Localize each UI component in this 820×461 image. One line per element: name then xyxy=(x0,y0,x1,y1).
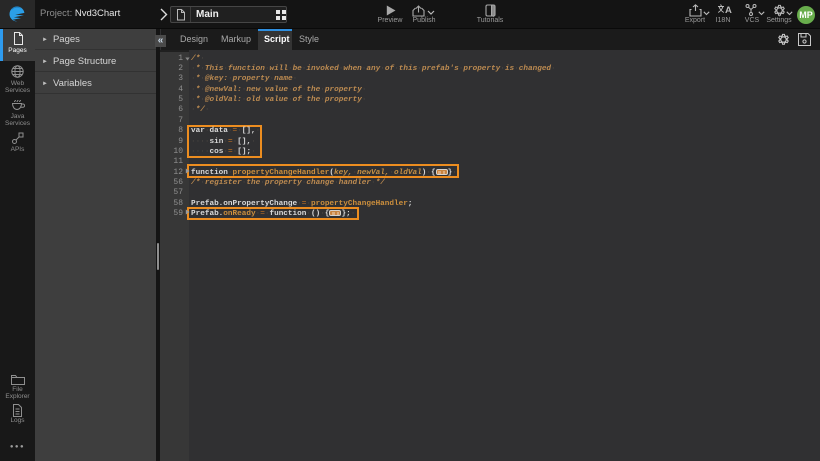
svg-text:A: A xyxy=(725,5,732,15)
